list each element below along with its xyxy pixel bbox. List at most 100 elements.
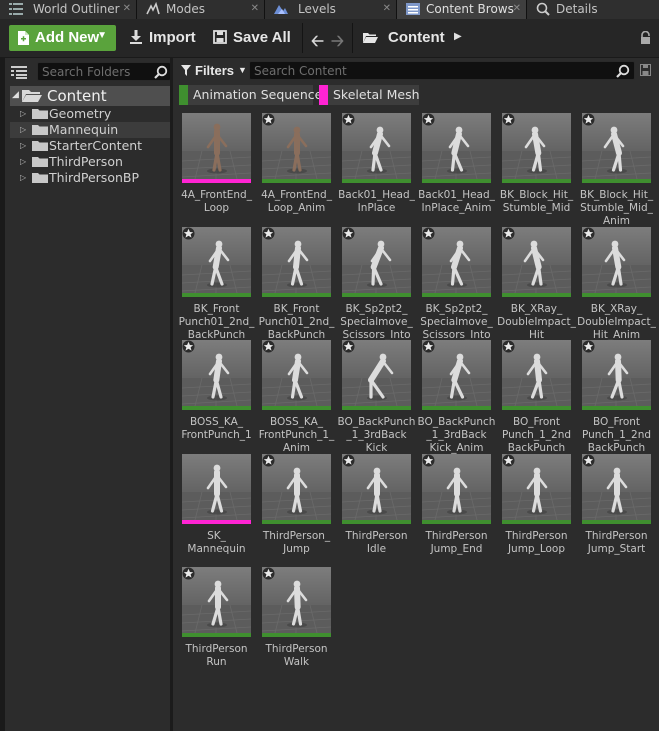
- folder-open-icon: [363, 33, 378, 43]
- asset-thumbnail[interactable]: [422, 340, 491, 410]
- asset-thumbnail[interactable]: [502, 113, 571, 183]
- save-all-button[interactable]: Save All: [213, 25, 293, 51]
- asset-tile[interactable]: BK_Front Punch01_2nd_ BackPunch: [179, 227, 262, 341]
- tab-content-browser[interactable]: Content Brows ✕: [397, 0, 527, 19]
- import-button[interactable]: Import: [129, 25, 197, 51]
- asset-tile[interactable]: BO_BackPunch _1_3rdBack Kick: [338, 340, 422, 454]
- asset-thumbnail[interactable]: [182, 227, 251, 297]
- expand-arrow-icon[interactable]: ▷: [20, 125, 26, 134]
- asset-tile[interactable]: BK_XRay_ DoubleImpact_ Hit: [497, 227, 582, 341]
- expand-arrow-icon[interactable]: ▷: [20, 109, 26, 118]
- folder-search-input[interactable]: [42, 64, 150, 80]
- asset-tile[interactable]: BO_Front Punch_1_2nd BackPunch: [502, 340, 582, 454]
- asset-tile[interactable]: ThirdPerson_ Jump: [262, 454, 342, 567]
- expand-arrow-icon[interactable]: ▷: [20, 173, 26, 182]
- asset-thumbnail[interactable]: [582, 227, 651, 297]
- asset-name: BK_Sp2pt2_ Specialmove_ Scissors_Into: [340, 303, 413, 341]
- expand-arrow-icon[interactable]: ▷: [20, 141, 26, 150]
- tab-details[interactable]: Details: [527, 0, 659, 19]
- asset-thumbnail[interactable]: [422, 113, 491, 183]
- expand-arrow-icon[interactable]: ◢: [12, 90, 19, 100]
- asset-thumbnail[interactable]: [262, 567, 331, 637]
- asset-thumbnail[interactable]: [342, 340, 411, 410]
- asset-tile[interactable]: ThirdPerson Idle: [342, 454, 422, 567]
- tree-item-thirdperson[interactable]: ▷ ThirdPerson: [10, 154, 170, 170]
- asset-thumbnail[interactable]: [502, 227, 571, 297]
- asset-thumbnail[interactable]: [422, 454, 491, 524]
- lock-icon[interactable]: [640, 31, 651, 45]
- asset-name: ThirdPerson Jump_End: [425, 530, 488, 555]
- asset-type-color-bar: [582, 293, 651, 297]
- close-icon[interactable]: ✕: [513, 0, 521, 18]
- close-icon[interactable]: ✕: [383, 0, 391, 18]
- asset-thumbnail[interactable]: [182, 454, 251, 524]
- tab-world-outliner[interactable]: World Outliner ✕: [0, 0, 137, 19]
- tree-item-content[interactable]: ◢ Content: [10, 86, 170, 106]
- tree-item-thirdpersonbp[interactable]: ▷ ThirdPersonBP: [10, 170, 170, 186]
- asset-tile[interactable]: BK_Sp2pt2_ Specialmove_ Scissors_Into: [340, 227, 422, 341]
- asset-tile[interactable]: Back01_Head_ InPlace: [338, 113, 422, 226]
- animation-asset-badge-icon: [182, 340, 195, 353]
- tree-item-geometry[interactable]: ▷ Geometry: [10, 106, 170, 122]
- folder-icon: [32, 125, 48, 135]
- asset-tile[interactable]: 4A_FrontEnd_ Loop_Anim: [261, 113, 342, 226]
- asset-tile[interactable]: Back01_Head_ InPlace_Anim: [418, 113, 502, 226]
- asset-tile[interactable]: SK_ Mannequin: [182, 454, 262, 567]
- asset-tile[interactable]: BK_Block_Hit_ Stumble_Mid: [500, 113, 582, 226]
- asset-thumbnail[interactable]: [182, 113, 251, 183]
- asset-tile[interactable]: ThirdPerson Jump_Loop: [502, 454, 582, 567]
- asset-tile[interactable]: BK_XRay_ DoubleImpact_ Hit_Anim: [577, 227, 659, 341]
- asset-thumbnail[interactable]: [582, 454, 651, 524]
- asset-thumbnail[interactable]: [182, 567, 251, 637]
- tab-modes[interactable]: Modes ✕: [137, 0, 265, 19]
- asset-tile[interactable]: BOSS_KA_ FrontPunch_1_ Anim: [259, 340, 342, 454]
- asset-type-color-bar: [582, 406, 651, 410]
- breadcrumb-content[interactable]: Content: [388, 29, 445, 46]
- asset-thumbnail[interactable]: [582, 340, 651, 410]
- asset-thumbnail[interactable]: [262, 340, 331, 410]
- asset-thumbnail[interactable]: [262, 227, 331, 297]
- asset-tile[interactable]: ThirdPerson Walk: [262, 567, 342, 680]
- asset-thumbnail[interactable]: [262, 454, 331, 524]
- search-icon[interactable]: [154, 65, 168, 79]
- breadcrumb-chevron-icon[interactable]: ▶: [454, 31, 462, 42]
- asset-name: BK_Front Punch01_2nd_ BackPunch: [258, 303, 335, 341]
- asset-tile[interactable]: ThirdPerson Run: [182, 567, 262, 680]
- expand-arrow-icon[interactable]: ▷: [20, 157, 26, 166]
- asset-thumbnail[interactable]: [262, 113, 331, 183]
- asset-thumbnail[interactable]: [502, 340, 571, 410]
- close-icon[interactable]: ✕: [123, 0, 131, 18]
- asset-thumbnail[interactable]: [422, 227, 491, 297]
- tree-item-startercontent[interactable]: ▷ StarterContent: [10, 138, 170, 154]
- asset-thumbnail[interactable]: [342, 454, 411, 524]
- asset-thumbnail[interactable]: [582, 113, 651, 183]
- save-icon: [213, 30, 227, 44]
- asset-tile[interactable]: BK_Block_Hit_ Stumble_Mid_ Anim: [580, 113, 659, 227]
- asset-tile[interactable]: BK_Sp2pt2_ Specialmove_ Scissors_Into: [420, 227, 502, 341]
- asset-tile[interactable]: ThirdPerson Jump_End: [422, 454, 502, 567]
- mannequin-thumbnail: [182, 454, 251, 524]
- tree-item-mannequin[interactable]: ▷ Mannequin: [10, 122, 170, 138]
- asset-thumbnail[interactable]: [342, 113, 411, 183]
- asset-tile[interactable]: BK_Front Punch01_2nd_ BackPunch: [259, 227, 342, 341]
- asset-tile[interactable]: 4A_FrontEnd_ Loop: [181, 113, 262, 226]
- asset-type-color-bar: [342, 406, 411, 410]
- asset-name: ThirdPerson Idle: [345, 530, 408, 555]
- forward-arrow-icon[interactable]: 🡢: [331, 30, 344, 57]
- asset-tile[interactable]: BOSS_KA_ FrontPunch_1: [181, 340, 262, 453]
- asset-thumbnail[interactable]: [342, 227, 411, 297]
- asset-tile[interactable]: BO_Front Punch_1_2nd BackPunch: [582, 340, 659, 454]
- asset-tile[interactable]: ThirdPerson Jump_Start: [582, 454, 659, 567]
- add-new-button[interactable]: Add New ▼: [9, 25, 116, 51]
- folder-icon: [32, 141, 48, 151]
- asset-name: BOSS_KA_ FrontPunch_1_ Anim: [258, 416, 335, 454]
- close-icon[interactable]: ✕: [251, 0, 259, 18]
- animation-asset-badge-icon: [262, 567, 275, 580]
- tab-levels[interactable]: Levels ✕: [265, 0, 397, 19]
- back-arrow-icon[interactable]: 🡠: [311, 30, 324, 57]
- asset-tile[interactable]: BO_BackPunch _1_3rdBack Kick_Anim: [418, 340, 502, 454]
- sources-panel-toggle-icon[interactable]: [11, 65, 27, 79]
- asset-thumbnail[interactable]: [502, 454, 571, 524]
- asset-type-color-bar: [262, 293, 331, 297]
- asset-thumbnail[interactable]: [182, 340, 251, 410]
